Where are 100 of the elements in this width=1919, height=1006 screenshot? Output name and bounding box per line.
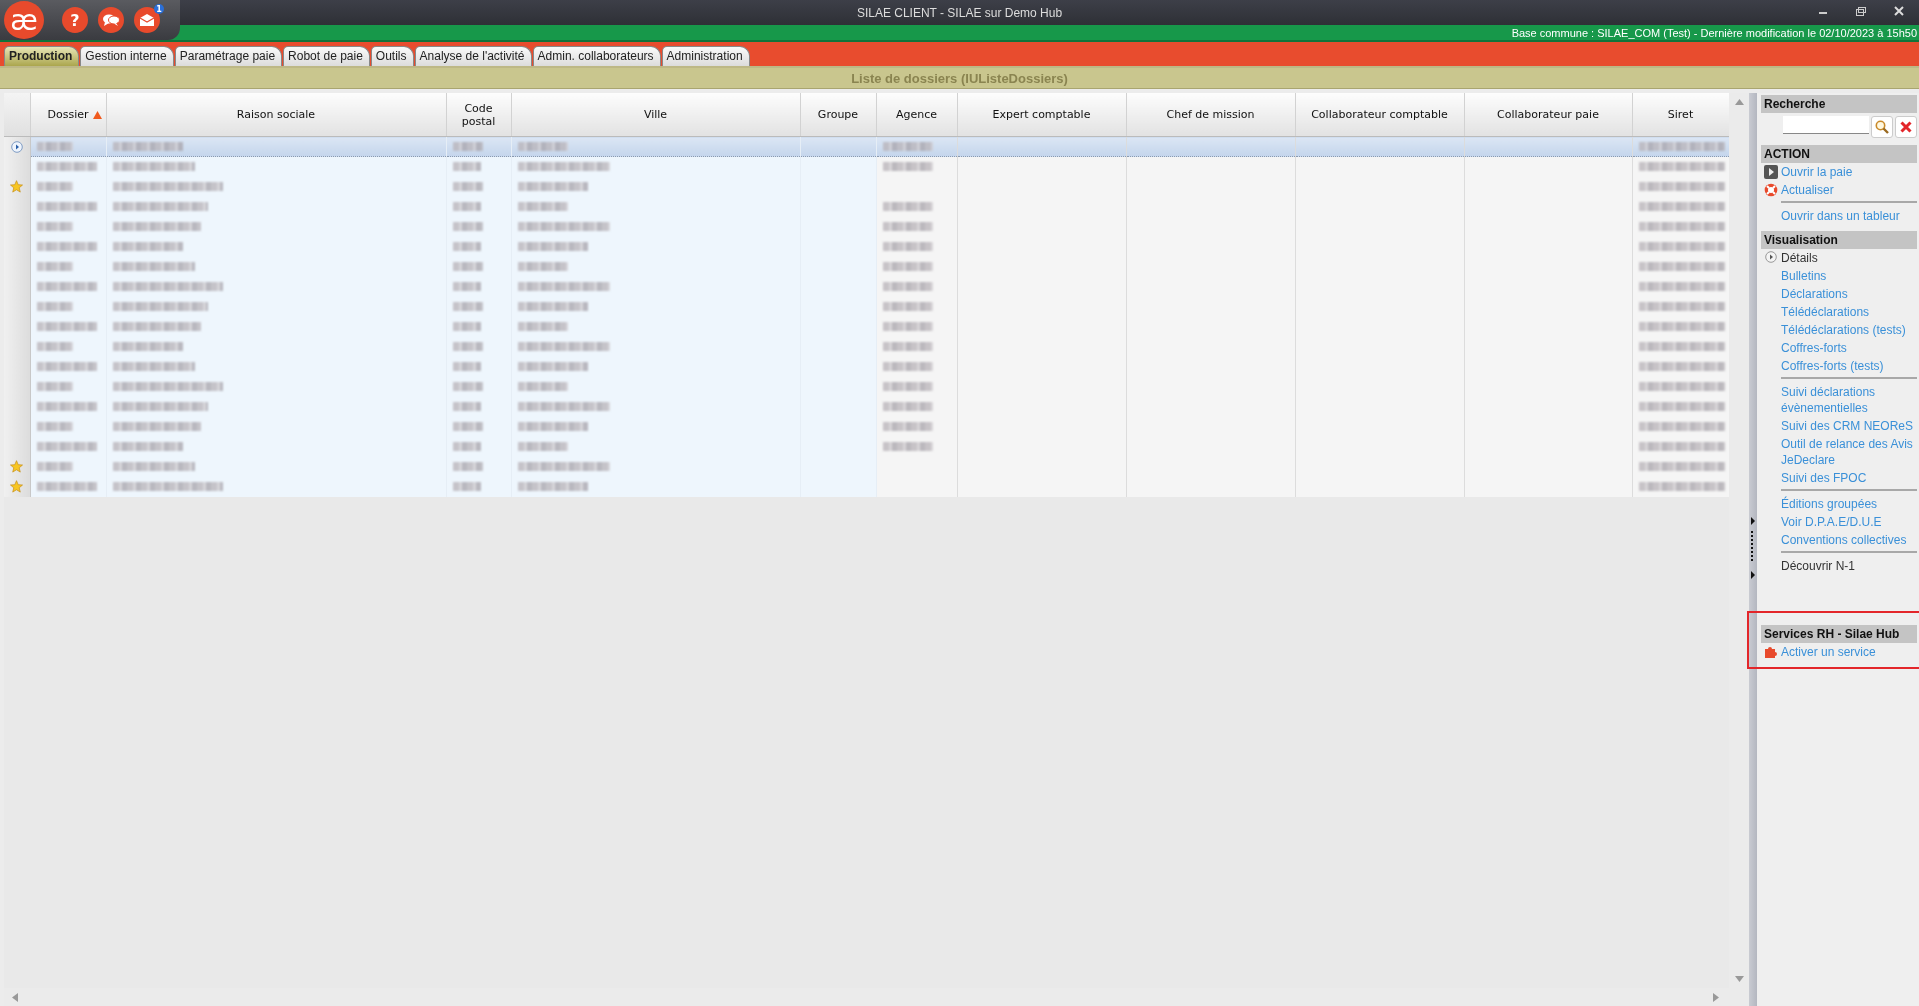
blurred-text bbox=[36, 482, 97, 491]
column-header[interactable]: Siret bbox=[1632, 93, 1729, 137]
table-row[interactable] bbox=[4, 456, 1729, 477]
table-row[interactable] bbox=[4, 436, 1729, 457]
blurred-text bbox=[36, 222, 73, 231]
window-title: SILAE CLIENT - SILAE sur Demo Hub bbox=[856, 5, 1063, 20]
blurred-text bbox=[36, 182, 73, 191]
column-header[interactable]: Code postal bbox=[446, 93, 511, 137]
clear-button[interactable] bbox=[1895, 116, 1917, 138]
scroll-left-icon[interactable] bbox=[12, 992, 18, 1002]
tab[interactable]: Analyse de l'activité bbox=[414, 46, 532, 66]
row-header[interactable] bbox=[4, 136, 30, 157]
table-row[interactable] bbox=[4, 296, 1729, 317]
scroll-right-icon[interactable] bbox=[1713, 992, 1719, 1002]
table-row[interactable] bbox=[4, 356, 1729, 377]
current-row-icon bbox=[10, 140, 23, 153]
blurred-text bbox=[36, 162, 97, 171]
blurred-text bbox=[452, 342, 483, 351]
column-header[interactable]: Agence bbox=[876, 93, 957, 137]
blurred-text bbox=[517, 442, 568, 451]
blurred-text bbox=[517, 322, 568, 331]
table-row[interactable] bbox=[4, 336, 1729, 357]
column-header[interactable]: Chef de mission bbox=[1126, 93, 1295, 137]
blurred-text bbox=[517, 142, 568, 151]
blurred-text bbox=[517, 382, 568, 391]
blurred-text bbox=[36, 262, 73, 271]
blurred-text bbox=[452, 202, 481, 211]
row-header[interactable] bbox=[4, 476, 30, 497]
table-row[interactable] bbox=[4, 396, 1729, 417]
blurred-text bbox=[36, 202, 97, 211]
blurred-text bbox=[517, 482, 588, 491]
menu-item[interactable]: Détails bbox=[1781, 250, 1818, 266]
blurred-text bbox=[452, 302, 483, 311]
help-button[interactable]: ? bbox=[62, 7, 88, 33]
blurred-text bbox=[112, 442, 183, 451]
blurred-text bbox=[452, 482, 481, 491]
table-row[interactable] bbox=[4, 196, 1729, 217]
blurred-text bbox=[452, 322, 481, 331]
column-header[interactable]: Collaborateur comptable bbox=[1295, 93, 1464, 137]
blurred-text bbox=[36, 302, 73, 311]
table-row[interactable] bbox=[4, 136, 1729, 157]
blurred-text bbox=[452, 262, 483, 271]
blurred-text bbox=[112, 142, 183, 151]
splitter-grip-icon[interactable] bbox=[1750, 517, 1756, 579]
table-row[interactable] bbox=[4, 476, 1729, 497]
close-icon bbox=[1900, 121, 1912, 133]
tab[interactable]: Gestion interne bbox=[80, 46, 174, 66]
blurred-text bbox=[452, 382, 483, 391]
section-header: Recherche bbox=[1761, 95, 1917, 113]
blurred-text bbox=[452, 142, 483, 151]
table-row[interactable] bbox=[4, 236, 1729, 257]
blurred-text bbox=[36, 142, 73, 151]
table-row[interactable] bbox=[4, 156, 1729, 177]
chat-icon bbox=[102, 13, 120, 27]
blurred-text bbox=[452, 362, 481, 371]
search-icon bbox=[1875, 120, 1889, 134]
blurred-text bbox=[36, 282, 97, 291]
column-header[interactable]: Raison sociale bbox=[106, 93, 446, 137]
tab[interactable]: Outils bbox=[370, 46, 414, 66]
blurred-text bbox=[452, 182, 483, 191]
search-field[interactable] bbox=[1783, 116, 1869, 134]
blurred-text bbox=[36, 342, 73, 351]
close-icon[interactable] bbox=[1893, 6, 1905, 16]
scroll-down-icon[interactable] bbox=[1734, 976, 1744, 982]
blurred-text bbox=[36, 462, 73, 471]
table-row[interactable] bbox=[4, 376, 1729, 397]
scroll-up-icon[interactable] bbox=[1734, 99, 1744, 105]
blurred-text bbox=[36, 322, 97, 331]
column-header[interactable]: Ville bbox=[511, 93, 800, 137]
table-row[interactable] bbox=[4, 276, 1729, 297]
blurred-text bbox=[517, 202, 568, 211]
column-header[interactable]: Expert comptable bbox=[957, 93, 1126, 137]
mail-icon bbox=[139, 13, 155, 27]
search-button[interactable] bbox=[1871, 116, 1893, 138]
table-row[interactable] bbox=[4, 216, 1729, 237]
tab[interactable]: Administration bbox=[661, 46, 750, 66]
blurred-text bbox=[517, 242, 588, 251]
tab[interactable]: Robot de paie bbox=[283, 46, 370, 66]
table-row[interactable] bbox=[4, 316, 1729, 337]
table-row[interactable] bbox=[4, 176, 1729, 197]
column-header[interactable]: Dossier bbox=[30, 93, 106, 137]
tab[interactable]: Production bbox=[4, 46, 80, 66]
column-header[interactable]: Collaborateur paie bbox=[1464, 93, 1632, 137]
table-row[interactable] bbox=[4, 256, 1729, 277]
column-header[interactable]: Groupe bbox=[800, 93, 876, 137]
blurred-text bbox=[452, 422, 483, 431]
section-header: Visualisation bbox=[1761, 231, 1917, 249]
tab[interactable]: Paramétrage paie bbox=[174, 46, 283, 66]
blurred-text bbox=[452, 162, 481, 171]
logo[interactable]: æ bbox=[4, 1, 44, 39]
chat-button[interactable] bbox=[98, 7, 124, 33]
blurred-text bbox=[517, 362, 588, 371]
section-header: Services RH - Silae Hub bbox=[1761, 625, 1917, 643]
restore-icon[interactable] bbox=[1855, 6, 1867, 16]
notification-badge: 1 bbox=[154, 4, 164, 14]
tab[interactable]: Admin. collaborateurs bbox=[532, 46, 661, 66]
blurred-text bbox=[517, 262, 568, 271]
blurred-text bbox=[112, 342, 183, 351]
menu-item[interactable]: Découvrir N-1 bbox=[1781, 558, 1855, 574]
table-row[interactable] bbox=[4, 416, 1729, 437]
